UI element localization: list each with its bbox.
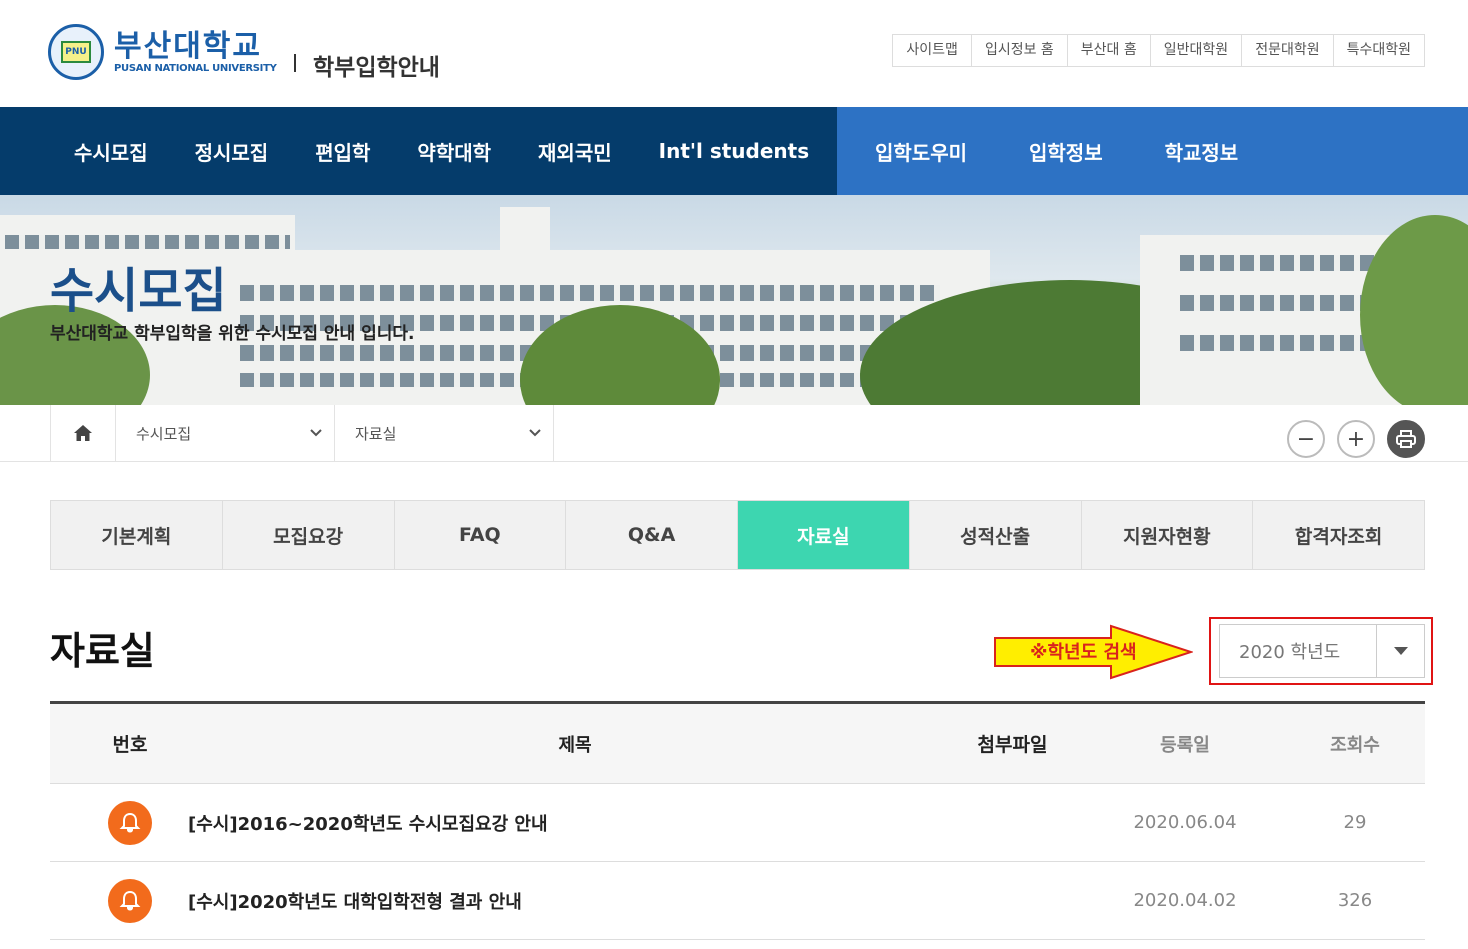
chevron-down-icon [529, 429, 541, 437]
nav-transfer[interactable]: 편입학 [315, 137, 370, 166]
sub-tabs: 기본계획 모집요강 FAQ Q&A 자료실 성적산출 지원자현황 합격자조회 [50, 500, 1425, 570]
table-row[interactable]: [수시]2016~2020학년도 수시모집요강 안내 2020.06.04 29 [50, 784, 1425, 862]
info-menu: 입학도우미 입학정보 학교정보 [837, 107, 1468, 195]
tab-archive[interactable]: 자료실 [737, 501, 909, 569]
tab-grade-calc[interactable]: 성적산출 [908, 501, 1081, 569]
header-attachment: 첨부파일 [977, 734, 1048, 756]
chevron-down-icon [310, 429, 322, 437]
zoom-in-button[interactable]: + [1337, 420, 1375, 458]
nav-admission-helper[interactable]: 입학도우미 [875, 137, 967, 166]
nav-intl-students[interactable]: Int'l students [659, 139, 809, 163]
tab-guidelines[interactable]: 모집요강 [221, 501, 394, 569]
print-button[interactable] [1387, 420, 1425, 458]
year-select-value: 2020 학년도 [1239, 642, 1341, 663]
util-link-professional[interactable]: 전문대학원 [1241, 35, 1332, 66]
tab-applicant-status[interactable]: 지원자현황 [1080, 501, 1253, 569]
location-bar: 수시모집 자료실 − + [0, 405, 1468, 462]
site-subtitle: 학부입학안내 [313, 55, 440, 81]
admission-menu: 수시모집 정시모집 편입학 약학대학 재외국민 Int'l students [0, 107, 837, 195]
util-link-graduate[interactable]: 일반대학원 [1149, 35, 1241, 66]
year-select-toggle[interactable] [1376, 625, 1424, 677]
page-title: 자료실 [50, 629, 155, 673]
year-select[interactable]: 2020 학년도 [1219, 624, 1425, 678]
table-header: 번호 제목 첨부파일 등록일 조회수 [50, 701, 1425, 784]
header-date: 등록일 [1160, 734, 1210, 756]
subcategory-dropdown[interactable]: 자료실 [335, 405, 554, 461]
header-number: 번호 [112, 734, 148, 756]
notice-bell-icon [108, 800, 152, 845]
tab-qna[interactable]: Q&A [565, 501, 737, 569]
nav-regular-admission[interactable]: 정시모집 [195, 137, 269, 166]
nav-overseas[interactable]: 재외국민 [538, 137, 612, 166]
archive-table: 번호 제목 첨부파일 등록일 조회수 [수시]2016~2020학년도 수시모집… [50, 701, 1425, 940]
row-date: 2020.04.02 [1133, 890, 1237, 911]
zoom-out-button[interactable]: − [1287, 420, 1325, 458]
utility-links: 사이트맵 입시정보 홈 부산대 홈 일반대학원 전문대학원 특수대학원 [892, 34, 1425, 67]
row-views: 326 [1337, 890, 1373, 911]
header-views: 조회수 [1330, 734, 1380, 756]
home-icon [74, 425, 92, 441]
banner-description: 부산대학교 학부입학을 위한 수시모집 안내 입니다. [50, 324, 415, 344]
row-views: 29 [1343, 812, 1367, 833]
category-dropdown-value: 수시모집 [136, 424, 192, 443]
header-title: 제목 [558, 734, 592, 756]
nav-admission-info[interactable]: 입학정보 [1029, 137, 1103, 166]
university-logo[interactable]: PNU 부산대학교 PUSAN NATIONAL UNIVERSITY [48, 24, 277, 80]
category-dropdown[interactable]: 수시모집 [116, 405, 335, 461]
main-navigation: 수시모집 정시모집 편입학 약학대학 재외국민 Int'l students 입… [0, 107, 1468, 195]
row-date: 2020.06.04 [1133, 812, 1237, 833]
site-header: PNU 부산대학교 PUSAN NATIONAL UNIVERSITY 학부입학… [0, 0, 1468, 107]
row-title[interactable]: [수시]2016~2020학년도 수시모집요강 안내 [188, 810, 918, 836]
row-title[interactable]: [수시]2020학년도 대학입학전형 결과 안내 [188, 888, 918, 914]
nav-early-admission[interactable]: 수시모집 [74, 137, 148, 166]
logo-divider [294, 54, 296, 72]
caret-down-icon [1393, 647, 1408, 655]
util-link-special[interactable]: 특수대학원 [1332, 35, 1424, 66]
logo-english: PUSAN NATIONAL UNIVERSITY [114, 62, 277, 74]
tab-faq[interactable]: FAQ [393, 501, 566, 569]
table-row[interactable]: [수시]2020학년도 대학입학전형 결과 안내 2020.04.02 326 [50, 862, 1425, 940]
hero-banner: 수시모집 부산대학교 학부입학을 위한 수시모집 안내 입니다. [0, 195, 1468, 405]
tab-results[interactable]: 합격자조회 [1252, 501, 1424, 569]
print-icon [1396, 430, 1416, 448]
home-button[interactable] [50, 405, 116, 461]
logo-korean: 부산대학교 [114, 28, 262, 64]
notice-bell-icon [108, 878, 152, 923]
nav-pharmacy[interactable]: 약학대학 [417, 137, 491, 166]
plus-icon: + [1346, 426, 1366, 452]
util-link-sitemap[interactable]: 사이트맵 [893, 35, 971, 66]
tab-basic-plan[interactable]: 기본계획 [51, 501, 222, 569]
banner-title: 수시모집 [50, 263, 227, 319]
util-link-admission-home[interactable]: 입시정보 홈 [970, 35, 1067, 66]
university-seal-icon: PNU [48, 24, 104, 80]
nav-school-info[interactable]: 학교정보 [1165, 137, 1239, 166]
subcategory-dropdown-value: 자료실 [355, 424, 397, 443]
minus-icon: − [1296, 426, 1316, 452]
util-link-pnu-home[interactable]: 부산대 홈 [1066, 35, 1150, 66]
annotation-text: ※학년도 검색 [1030, 642, 1137, 663]
